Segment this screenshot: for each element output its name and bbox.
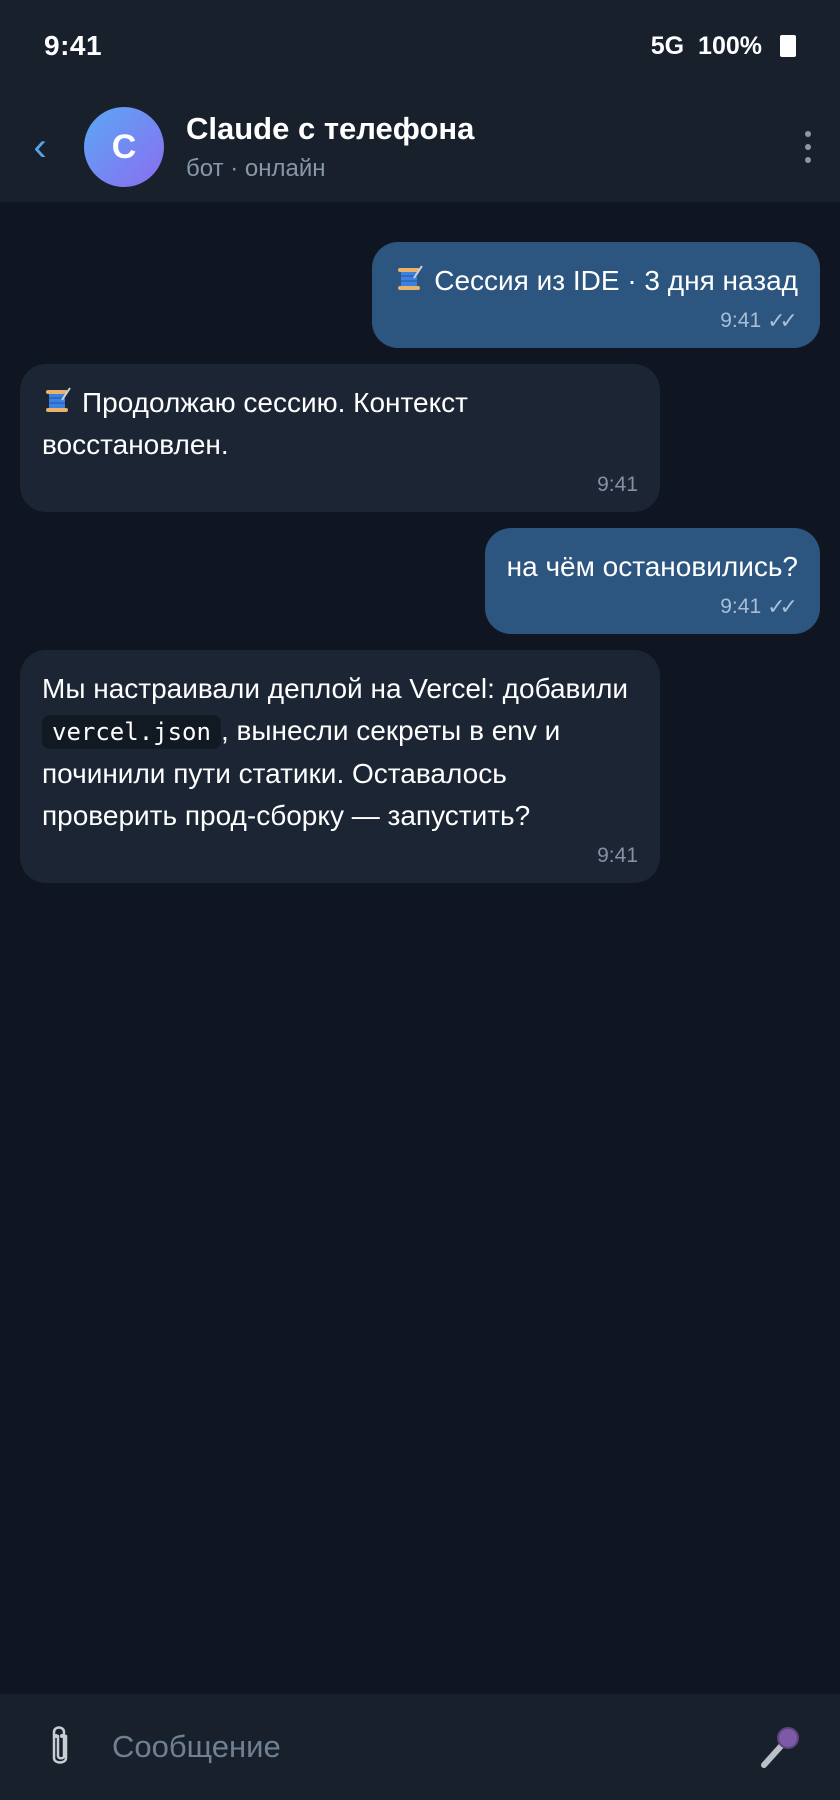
more-menu-icon[interactable]: [798, 127, 818, 167]
network-indicator: 5G: [650, 31, 685, 60]
message-incoming[interactable]: Продолжаю сессию. Контекст восстановлен.…: [20, 364, 660, 512]
message-body: на чём остановились?: [506, 551, 798, 582]
message-time: 9:41: [597, 844, 638, 867]
message-body: Сессия из IDE · 3 дня назад: [434, 265, 798, 296]
double-check-icon: ✓✓: [767, 308, 798, 333]
message-text: Мы настраивали деплой на Vercel: добавил…: [42, 668, 638, 837]
chat-title: Claude с телефона: [186, 111, 475, 146]
message-input[interactable]: [112, 1729, 756, 1765]
battery-icon: [780, 35, 796, 57]
paperclip-icon[interactable]: [40, 1722, 80, 1772]
message-meta: 9:41 ✓✓: [507, 592, 798, 622]
chat-info[interactable]: Claude с телефона бот · онлайн: [186, 111, 798, 183]
status-time: 9:41: [44, 30, 103, 61]
status-indicators: 5G 100%: [651, 32, 796, 61]
message-meta: 9:41 ✓✓: [394, 306, 798, 336]
message-outgoing[interactable]: на чём остановились? 9:41 ✓✓: [484, 528, 820, 634]
spool-icon: [398, 265, 424, 290]
message-outgoing[interactable]: Сессия из IDE · 3 дня назад 9:41 ✓✓: [372, 242, 820, 348]
back-icon[interactable]: ‹: [22, 125, 58, 169]
message-list: Сессия из IDE · 3 дня назад 9:41 ✓✓ Прод…: [0, 202, 840, 1694]
battery-percent: 100%: [698, 31, 762, 60]
message-text: Сессия из IDE · 3 дня назад: [394, 260, 798, 302]
double-check-icon: ✓✓: [767, 594, 798, 619]
inline-code: vercel.json: [42, 715, 221, 749]
microphone-icon[interactable]: [756, 1723, 804, 1771]
chat-subtitle: бот · онлайн: [186, 155, 326, 182]
message-meta: 9:41: [42, 470, 638, 500]
message-text: Продолжаю сессию. Контекст восстановлен.: [42, 382, 638, 466]
status-bar: 9:41 5G 100%: [0, 0, 840, 92]
message-time: 9:41: [720, 309, 762, 332]
message-body-start: Мы настраивали деплой на Vercel: добавил…: [42, 673, 629, 704]
spool-icon: [46, 387, 71, 412]
message-meta: 9:41: [42, 841, 638, 871]
message-composer: [0, 1694, 840, 1800]
message-time: 9:41: [597, 473, 638, 496]
avatar-letter: C: [111, 127, 137, 166]
message-body: Продолжаю сессию. Контекст восстановлен.: [42, 387, 468, 460]
message-time: 9:41: [720, 595, 762, 618]
chat-header: ‹ C Claude с телефона бот · онлайн: [0, 92, 840, 202]
message-incoming[interactable]: Мы настраивали деплой на Vercel: добавил…: [20, 650, 660, 883]
avatar[interactable]: C: [84, 107, 164, 187]
message-text: на чём остановились?: [507, 546, 798, 588]
